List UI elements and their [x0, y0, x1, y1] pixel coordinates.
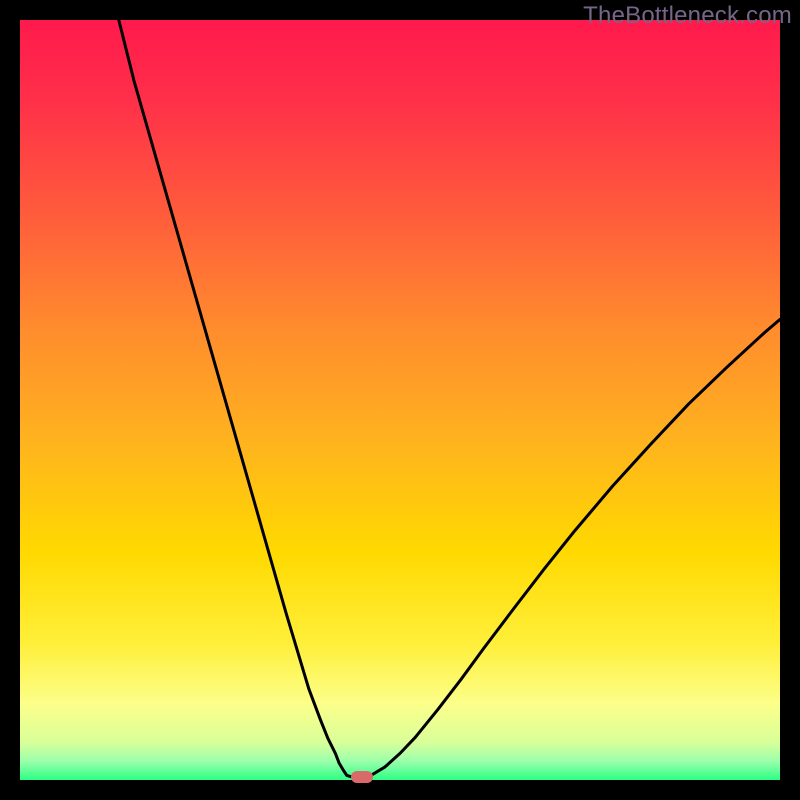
optimal-point-marker — [351, 771, 373, 783]
gradient-rect — [20, 20, 780, 780]
attribution-text: TheBottleneck.com — [583, 2, 792, 30]
chart-frame — [20, 20, 780, 780]
chart-svg — [20, 20, 780, 780]
